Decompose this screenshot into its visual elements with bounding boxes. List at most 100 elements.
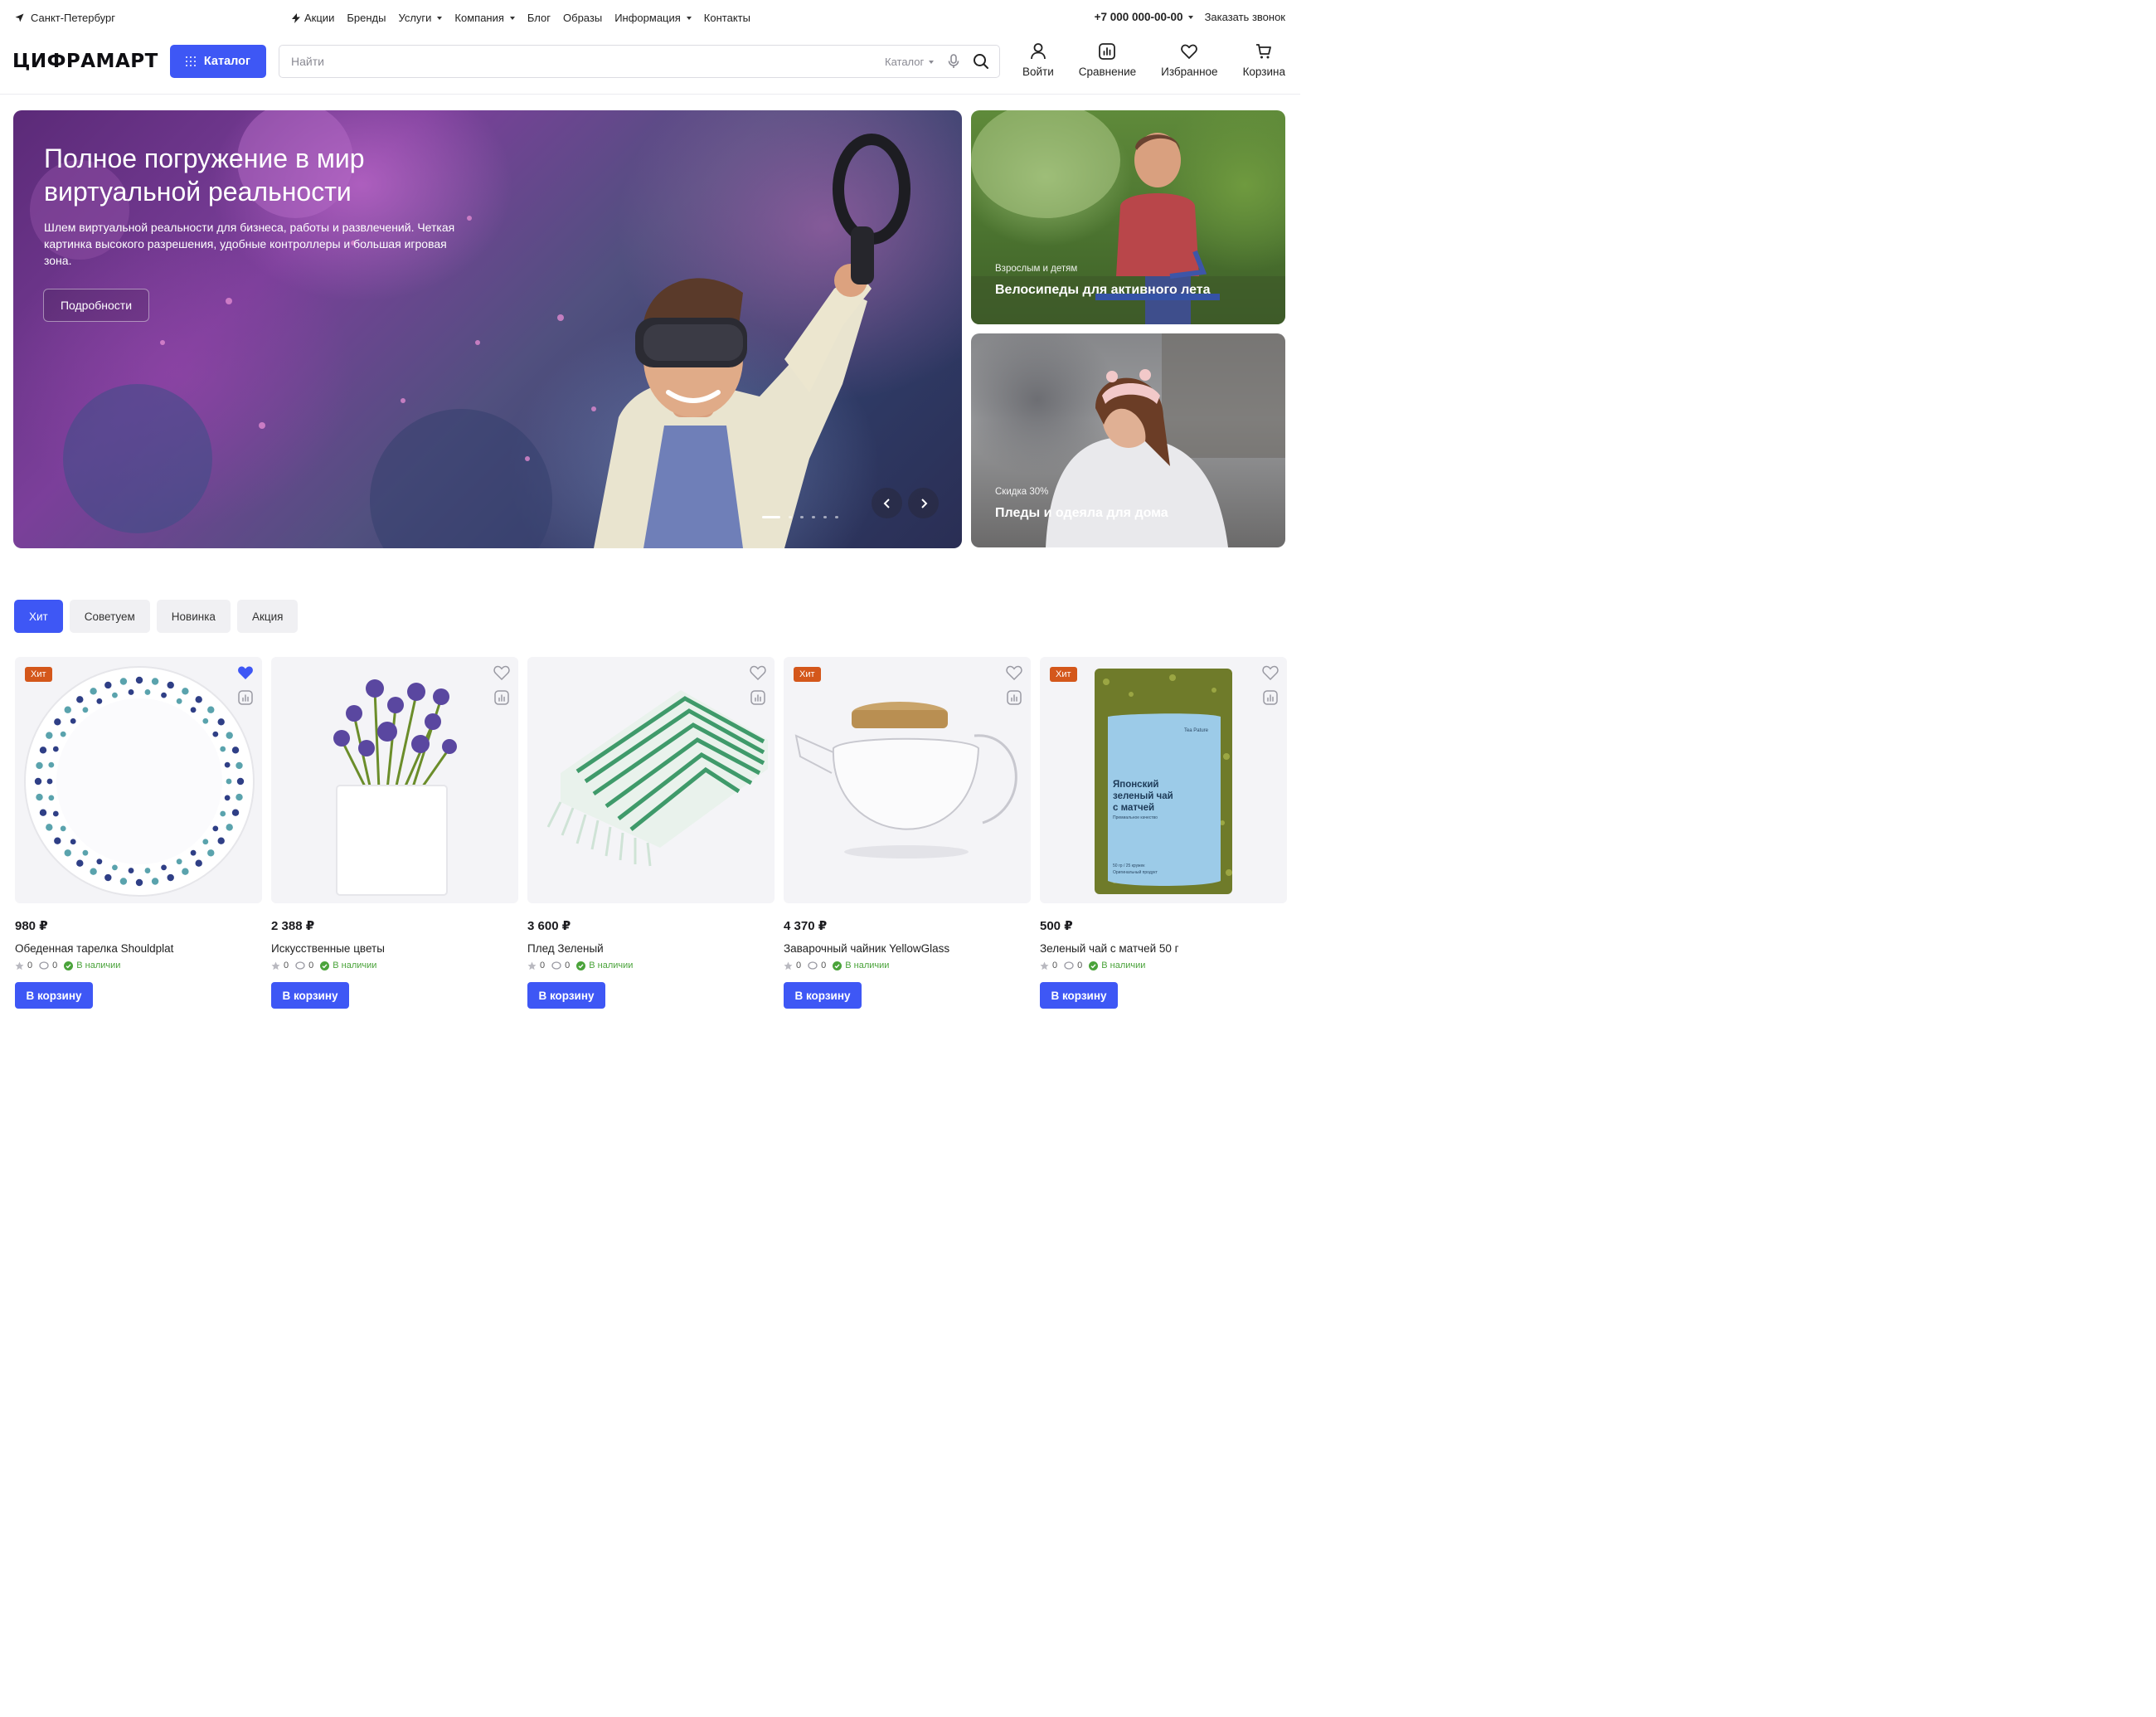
grid-icon xyxy=(185,56,196,66)
plate-dot xyxy=(182,688,189,695)
rating: 0 xyxy=(15,961,32,970)
comment-icon xyxy=(1064,961,1074,970)
compare-icon[interactable] xyxy=(1263,690,1278,705)
plate-dot xyxy=(195,859,202,867)
phone-label: +7 000 000-00-00 xyxy=(1094,11,1183,23)
phone-number[interactable]: +7 000 000-00-00 xyxy=(1095,11,1193,23)
hero-details-button[interactable]: Подробности xyxy=(43,289,149,322)
heart-icon[interactable] xyxy=(1006,665,1022,680)
cart-button[interactable]: Корзина xyxy=(1243,42,1285,78)
add-to-cart-button[interactable]: В корзину xyxy=(15,982,93,1009)
product-name[interactable]: Заварочный чайник YellowGlass xyxy=(784,942,1031,955)
compare-icon[interactable] xyxy=(238,690,253,705)
slider-dot[interactable] xyxy=(812,516,815,518)
add-to-cart-button[interactable]: В корзину xyxy=(1040,982,1118,1009)
top-bar: Санкт-Петербург Акции Бренды Услуги Комп… xyxy=(0,0,1300,36)
tab-hit[interactable]: Хит xyxy=(14,600,63,633)
slider-dot[interactable] xyxy=(835,516,838,518)
check-circle-icon xyxy=(833,961,842,970)
compare-button[interactable]: Сравнение xyxy=(1079,42,1136,78)
header-actions: Войти Сравнение Избранное Корзина xyxy=(1022,42,1285,78)
slider-dot[interactable] xyxy=(823,516,827,518)
rating-value: 0 xyxy=(27,961,33,970)
add-to-cart-button[interactable]: В корзину xyxy=(271,982,349,1009)
plate-dot xyxy=(76,696,84,703)
plate-dot xyxy=(161,864,167,871)
heart-icon[interactable] xyxy=(493,665,510,680)
promo-banner-bikes[interactable]: Взрослым и детям Велосипеды для активног… xyxy=(971,110,1285,324)
nav-item-promos[interactable]: Акции xyxy=(292,12,334,24)
site-logo[interactable]: ЦИФРАМАРТ xyxy=(12,51,158,72)
reviews: 0 xyxy=(551,961,570,970)
compare-icon[interactable] xyxy=(494,690,509,705)
product-name[interactable]: Плед Зеленый xyxy=(527,942,775,955)
plate-dot xyxy=(167,681,174,689)
cart-label: Корзина xyxy=(1242,66,1285,78)
tab-sale[interactable]: Акция xyxy=(236,600,299,633)
heart-icon[interactable] xyxy=(1262,665,1279,680)
nav-item-blog[interactable]: Блог xyxy=(527,12,551,24)
product-image[interactable] xyxy=(527,657,775,903)
product-image[interactable]: Хит xyxy=(15,657,262,903)
tab-new[interactable]: Новинка xyxy=(156,600,231,633)
city-selector[interactable]: Санкт-Петербург xyxy=(15,12,115,24)
plate-dot xyxy=(112,864,118,871)
green-blanket-image xyxy=(546,690,768,867)
product-name[interactable]: Обеденная тарелка Shouldplat xyxy=(15,942,262,955)
search-scope-select[interactable]: Каталог xyxy=(885,56,935,68)
tab-recommended[interactable]: Советуем xyxy=(69,600,150,633)
slider-dot[interactable] xyxy=(789,516,792,518)
plate-dot xyxy=(54,837,61,844)
nav-item-services[interactable]: Услуги xyxy=(398,12,443,24)
login-label: Войти xyxy=(1022,66,1054,78)
favorites-button[interactable]: Избранное xyxy=(1161,42,1218,78)
heart-icon[interactable] xyxy=(750,665,766,680)
product-price: 4 370 ₽ xyxy=(784,919,828,933)
nav-item-looks[interactable]: Образы xyxy=(563,12,602,24)
product-image[interactable]: Tea Pature Японский зеленый чай с матчей… xyxy=(1040,657,1287,903)
chevron-right-icon xyxy=(920,498,927,508)
compare-icon xyxy=(1099,43,1116,60)
nav-item-brands[interactable]: Бренды xyxy=(347,12,386,24)
nav-item-company[interactable]: Компания xyxy=(454,12,515,24)
slider-prev-button[interactable] xyxy=(872,488,902,518)
add-to-cart-button[interactable]: В корзину xyxy=(784,982,862,1009)
product-image[interactable] xyxy=(271,657,518,903)
product-name[interactable]: Зеленый чай с матчей 50 г xyxy=(1040,942,1287,955)
slider-dot[interactable] xyxy=(800,516,804,518)
product-card: 2 388 ₽ Искусственные цветы 0 0 В наличи… xyxy=(271,657,518,1009)
plate-dot xyxy=(207,706,215,713)
microphone-icon[interactable] xyxy=(948,54,959,69)
compare-icon[interactable] xyxy=(750,690,765,705)
chevron-down-icon xyxy=(509,16,515,20)
comment-icon xyxy=(808,961,818,970)
catalog-button[interactable]: Каталог xyxy=(170,45,266,78)
search-icon[interactable] xyxy=(973,53,989,70)
chevron-down-icon xyxy=(929,60,935,64)
chevron-down-icon xyxy=(1187,15,1193,19)
nav-item-info[interactable]: Информация xyxy=(614,12,692,24)
search-input[interactable] xyxy=(291,46,789,77)
compare-icon[interactable] xyxy=(1007,690,1022,705)
add-to-cart-button[interactable]: В корзину xyxy=(527,982,605,1009)
plate-dot xyxy=(220,746,226,752)
product-card: 3 600 ₽ Плед Зеленый 0 0 В наличии В кор… xyxy=(527,657,775,1009)
hero-banner[interactable]: Полное погружение в мир виртуальной реал… xyxy=(13,110,962,548)
promo-banner-blankets[interactable]: Скидка 30% Пледы и одеяла для дома xyxy=(971,333,1285,547)
login-button[interactable]: Войти xyxy=(1022,42,1054,78)
slider-dot[interactable] xyxy=(762,516,780,518)
product-name[interactable]: Искусственные цветы xyxy=(271,942,518,955)
stock-label: В наличии xyxy=(1101,961,1146,970)
artificial-flowers-image xyxy=(333,679,457,896)
plate-dot xyxy=(36,793,43,801)
nav-item-contacts[interactable]: Контакты xyxy=(704,12,750,24)
callback-link[interactable]: Заказать звонок xyxy=(1205,11,1285,23)
plate-dot xyxy=(190,707,197,713)
stock-status: В наличии xyxy=(320,961,376,970)
plate-dot xyxy=(207,849,215,857)
slider-next-button[interactable] xyxy=(908,488,939,518)
product-image[interactable]: Хит xyxy=(784,657,1031,903)
nav-item-label: Бренды xyxy=(347,12,386,24)
product-meta: 0 0 В наличии xyxy=(15,961,262,970)
heart-filled-icon[interactable] xyxy=(237,665,254,680)
